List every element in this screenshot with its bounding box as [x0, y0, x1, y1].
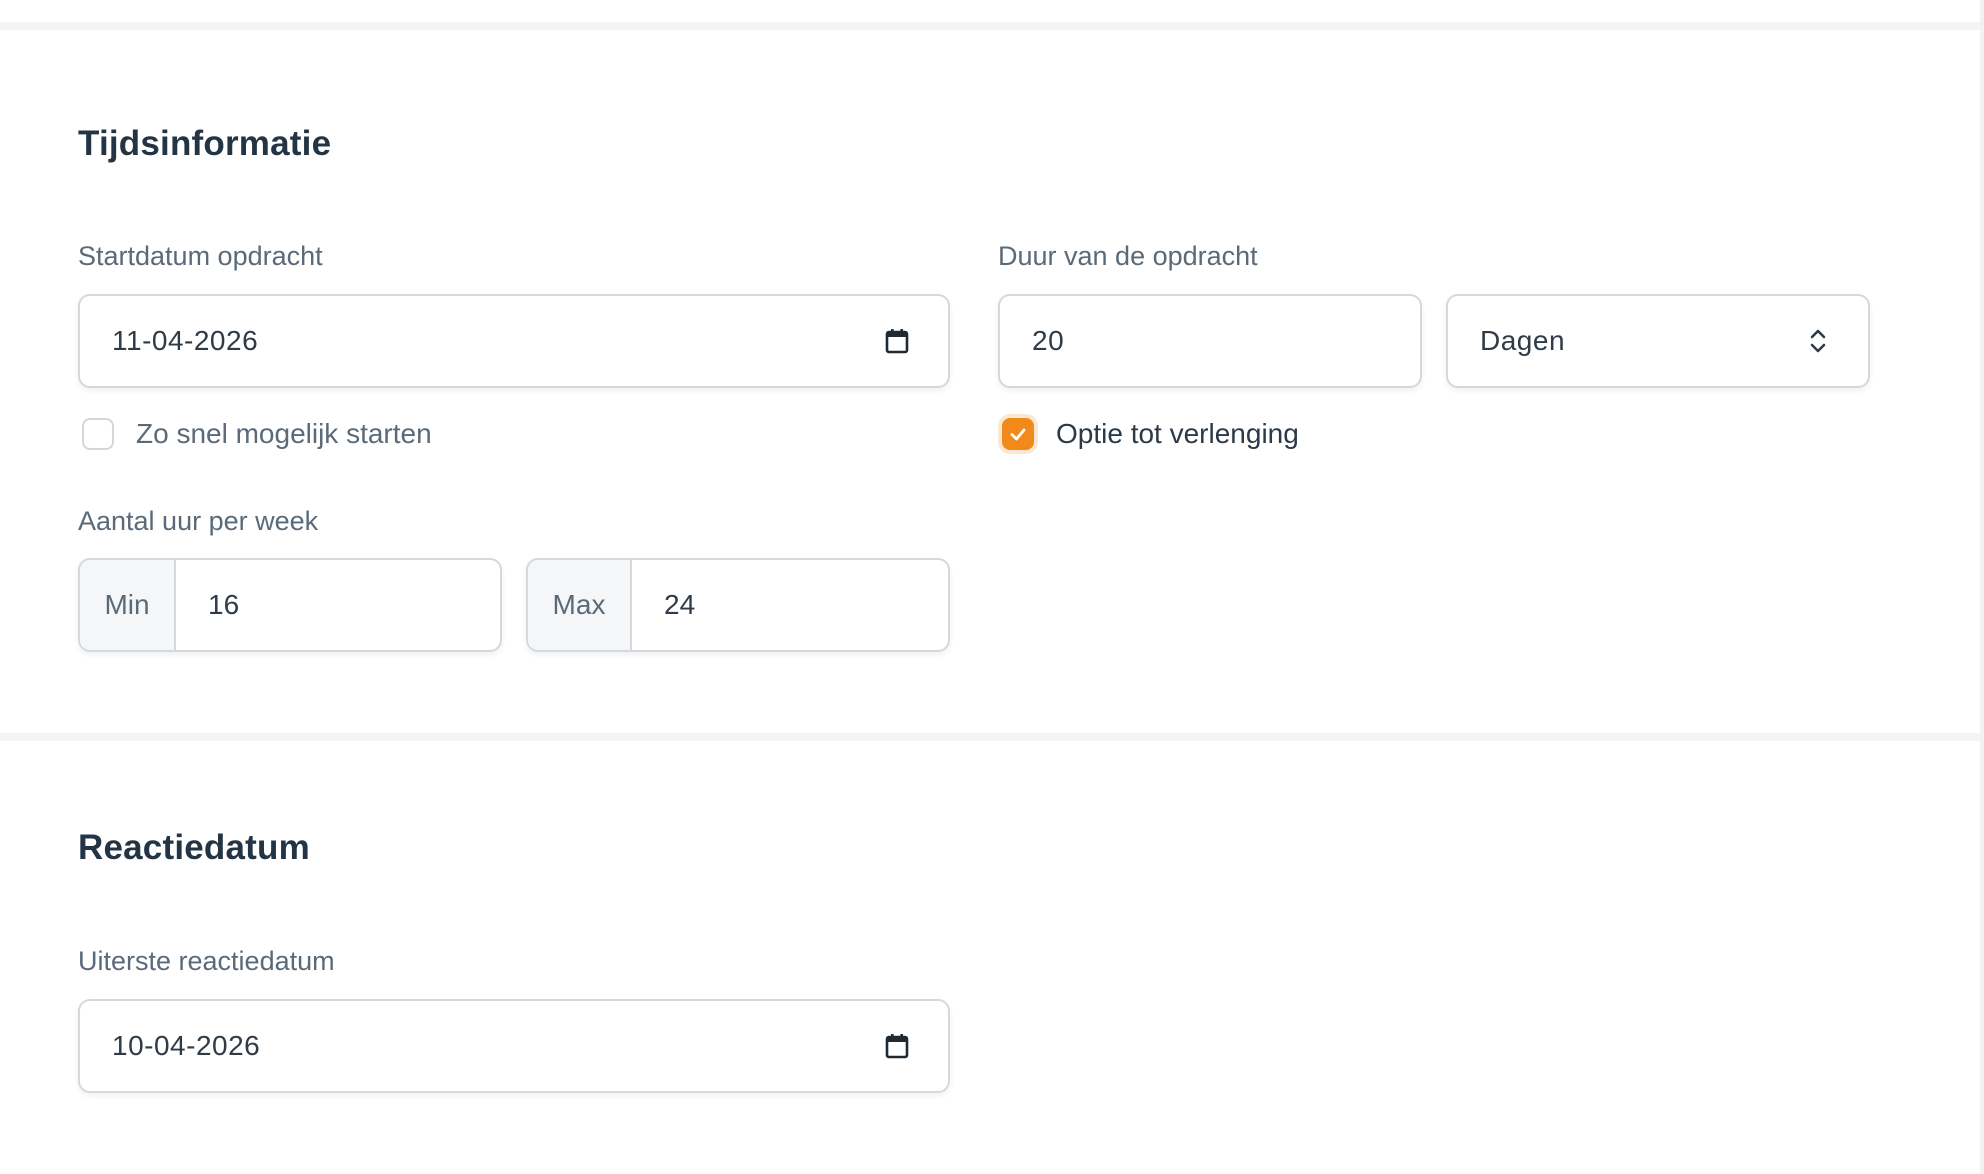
hours-max-group: Max 24 — [526, 558, 950, 652]
previous-section-card — [0, 0, 1980, 30]
hours-min-addon: Min — [80, 560, 176, 650]
calendar-icon[interactable] — [882, 326, 912, 356]
start-date-input[interactable]: 11-04-2026 — [78, 294, 950, 388]
deadline-input[interactable]: 10-04-2026 — [78, 999, 950, 1093]
deadline-label: Uiterste reactiedatum — [78, 946, 335, 976]
asap-checkbox[interactable] — [82, 418, 114, 450]
section-divider — [0, 733, 1980, 741]
extension-label: Optie tot verlenging — [1056, 418, 1299, 449]
hours-label: Aantal uur per week — [78, 506, 319, 536]
calendar-icon[interactable] — [882, 1031, 912, 1061]
duration-unit-select[interactable]: Dagen — [1446, 294, 1870, 388]
duration-label: Duur van de opdracht — [998, 241, 1258, 271]
chevron-up-down-icon — [1806, 324, 1830, 358]
duration-value: 20 — [1032, 325, 1065, 356]
hours-max-input[interactable]: 24 — [632, 560, 948, 650]
duration-unit-value: Dagen — [1480, 325, 1566, 356]
asap-checkbox-row[interactable]: Zo snel mogelijk starten — [82, 414, 432, 454]
asap-label: Zo snel mogelijk starten — [136, 418, 432, 449]
hours-min-input[interactable]: 16 — [176, 560, 500, 650]
extension-checkbox-row[interactable]: Optie tot verlenging — [1002, 414, 1299, 454]
start-date-label: Startdatum opdracht — [78, 241, 323, 271]
response-section-title: Reactiedatum — [78, 828, 310, 867]
deadline-value: 10-04-2026 — [112, 1030, 261, 1061]
extension-checkbox[interactable] — [1002, 418, 1034, 450]
time-section-title: Tijdsinformatie — [78, 124, 332, 163]
duration-input[interactable]: 20 — [998, 294, 1422, 388]
start-date-value: 11-04-2026 — [112, 325, 259, 356]
check-icon — [1010, 428, 1026, 441]
hours-max-addon: Max — [528, 560, 632, 650]
page: Tijdsinformatie Startdatum opdracht 11-0… — [0, 0, 1984, 1174]
hours-min-group: Min 16 — [78, 558, 502, 652]
scroll-edge — [1980, 0, 1984, 1174]
